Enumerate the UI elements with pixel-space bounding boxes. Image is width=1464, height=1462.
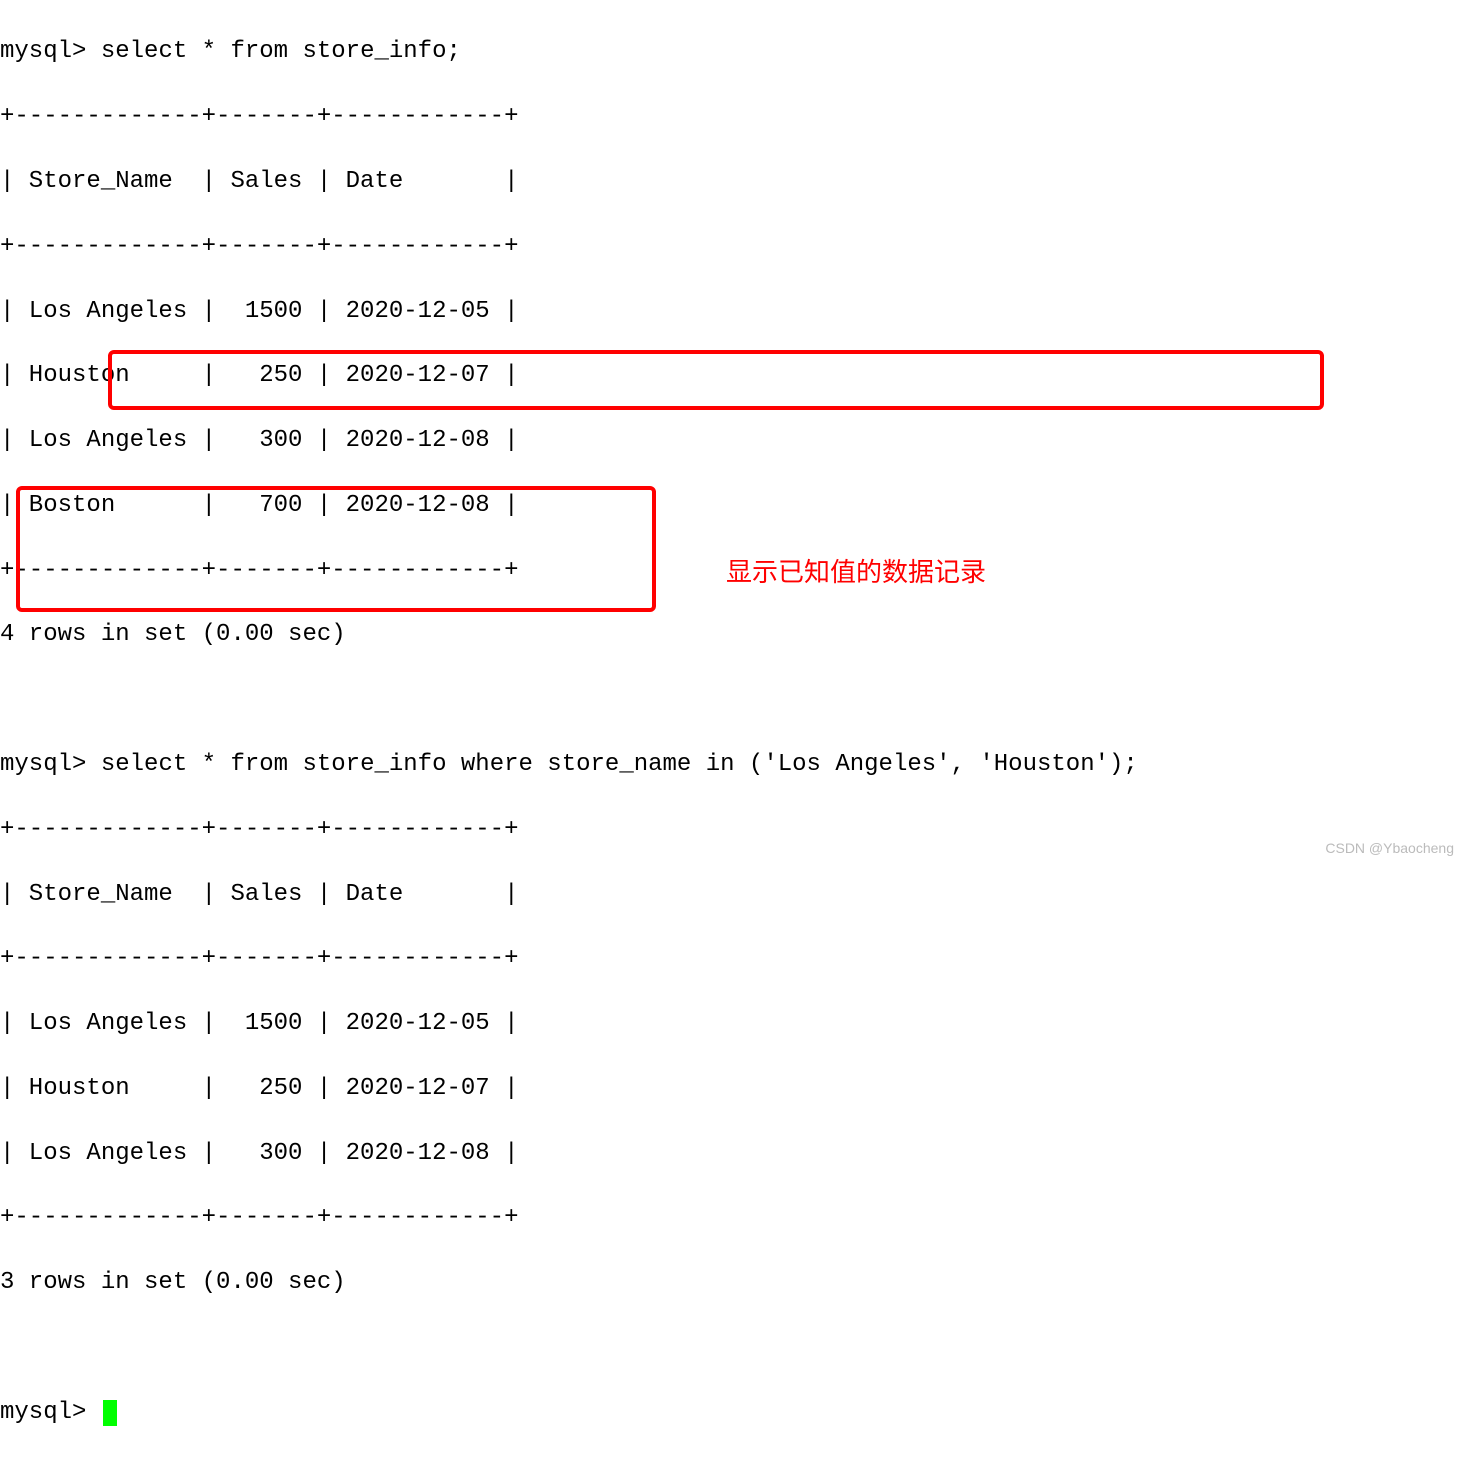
query1-line: mysql> select * from store_info; — [0, 36, 1464, 68]
query2-line: mysql> select * from store_info where st… — [0, 749, 1464, 781]
mysql-prompt: mysql> — [0, 751, 101, 778]
query2-sep-mid: +-------------+-------+------------+ — [0, 943, 1464, 975]
query2-row: | Los Angeles | 1500 | 2020-12-05 | — [0, 1008, 1464, 1040]
query1-row: | Los Angeles | 300 | 2020-12-08 | — [0, 425, 1464, 457]
query1-summary: 4 rows in set (0.00 sec) — [0, 619, 1464, 651]
query2-sep-top: +-------------+-------+------------+ — [0, 814, 1464, 846]
watermark-text: CSDN @Ybaocheng — [1325, 839, 1454, 858]
query1-sep-top: +-------------+-------+------------+ — [0, 101, 1464, 133]
query1-row: | Boston | 700 | 2020-12-08 | — [0, 490, 1464, 522]
terminal-output: mysql> select * from store_info; +------… — [0, 4, 1464, 1462]
query2-row: | Houston | 250 | 2020-12-07 | — [0, 1073, 1464, 1105]
query1-row: | Houston | 250 | 2020-12-07 | — [0, 360, 1464, 392]
query1-header: | Store_Name | Sales | Date | — [0, 166, 1464, 198]
mysql-prompt: mysql> — [0, 1399, 101, 1426]
cursor-icon — [103, 1400, 117, 1426]
query1-text: select * from store_info; — [101, 38, 461, 65]
query1-row: | Los Angeles | 1500 | 2020-12-05 | — [0, 296, 1464, 328]
query2-header: | Store_Name | Sales | Date | — [0, 879, 1464, 911]
query2-summary: 3 rows in set (0.00 sec) — [0, 1267, 1464, 1299]
query1-sep-mid: +-------------+-------+------------+ — [0, 231, 1464, 263]
query2-sep-bot: +-------------+-------+------------+ — [0, 1202, 1464, 1234]
annotation-text: 显示已知值的数据记录 — [726, 555, 986, 590]
mysql-prompt: mysql> — [0, 38, 101, 65]
blank-line — [0, 1332, 1464, 1364]
query2-text: select * from store_info where store_nam… — [101, 751, 1138, 778]
blank-line — [0, 684, 1464, 716]
prompt-line[interactable]: mysql> — [0, 1397, 1464, 1429]
query2-row: | Los Angeles | 300 | 2020-12-08 | — [0, 1138, 1464, 1170]
